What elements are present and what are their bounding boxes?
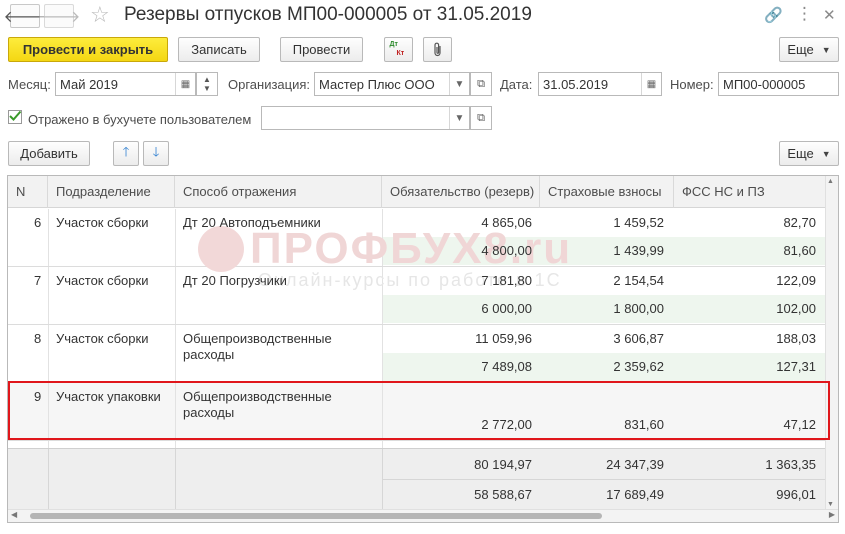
reflected-checkbox[interactable]: [8, 110, 22, 124]
arrow-right-icon: 🡒: [37, 8, 81, 26]
column-header-n[interactable]: N: [8, 176, 48, 208]
move-down-button[interactable]: 🡓: [143, 141, 169, 166]
stepper-down-icon[interactable]: ▼: [203, 84, 211, 93]
row-obligation-2[interactable]: 7 489,08: [382, 359, 532, 375]
calendar-icon[interactable]: ▦: [641, 73, 661, 95]
vertical-scrollbar[interactable]: ▲ ▼: [825, 176, 838, 510]
user-field[interactable]: ▼: [261, 106, 470, 130]
back-button[interactable]: 🡐: [4, 4, 46, 28]
total-obligation: 80 194,97: [474, 457, 532, 472]
row-fss-2[interactable]: 102,00: [674, 301, 816, 317]
row-fss[interactable]: 188,03: [674, 331, 816, 347]
row-insurance[interactable]: 3 606,87: [540, 331, 664, 347]
checkmark-icon: [9, 110, 22, 121]
caret-down-icon: ▼: [821, 44, 831, 55]
column-header-fss[interactable]: ФСС НС и ПЗ: [674, 176, 826, 208]
scroll-down-icon[interactable]: ▼: [827, 501, 834, 508]
column-header-insurance[interactable]: Страховые взносы: [540, 176, 674, 208]
organization-label: Организация:: [228, 77, 311, 92]
reserves-table[interactable]: N Подразделение Способ отражения Обязате…: [7, 175, 839, 523]
table-more-button[interactable]: Еще ▼: [779, 141, 839, 166]
month-stepper[interactable]: ▲ ▼: [196, 72, 218, 96]
date-field[interactable]: 31.05.2019 ▦: [538, 72, 662, 96]
scrollbar-thumb[interactable]: [30, 513, 602, 519]
window-title: Резервы отпусков МП00-000005 от 31.05.20…: [124, 4, 532, 25]
arrow-down-icon: 🡓: [152, 143, 160, 159]
save-button[interactable]: Записать: [178, 37, 260, 62]
column-header-method[interactable]: Способ отражения: [175, 176, 382, 208]
close-icon[interactable]: ✕: [823, 6, 836, 24]
row-fss-2[interactable]: 127,31: [674, 359, 816, 375]
total-obligation-2: 58 588,67: [474, 487, 532, 502]
row-obligation[interactable]: 4 865,06: [382, 215, 532, 231]
row-method[interactable]: Дт 20 Автоподъемники: [183, 215, 321, 231]
organization-field[interactable]: Мастер Плюс ООО ▼: [314, 72, 470, 96]
scroll-left-icon[interactable]: ◀: [11, 510, 17, 519]
row-insurance[interactable]: 2 154,54: [540, 273, 664, 289]
row-method[interactable]: Общепроизводственные: [183, 331, 332, 347]
row-department[interactable]: Участок сборки: [56, 273, 148, 289]
dropdown-icon[interactable]: ▼: [449, 73, 469, 95]
total-fss-2: 996,01: [776, 487, 816, 502]
column-header-obligation[interactable]: Обязательство (резерв): [382, 176, 540, 208]
link-icon[interactable]: 🔗: [764, 6, 783, 24]
row-number[interactable]: 6: [34, 215, 41, 231]
month-field[interactable]: Май 2019 ▦: [55, 72, 196, 96]
dt-kt-icon: Дт Кт: [389, 40, 405, 57]
row-department[interactable]: Участок сборки: [56, 331, 148, 347]
row-method[interactable]: Дт 20 Погрузчики: [183, 273, 287, 289]
row-method-line2[interactable]: расходы: [183, 347, 234, 363]
dt-kt-button[interactable]: Дт Кт: [384, 37, 413, 62]
date-label: Дата:: [500, 77, 533, 92]
caret-down-icon: ▼: [821, 148, 831, 159]
row-obligation-2[interactable]: 4 800,00: [382, 243, 532, 259]
month-label: Месяц:: [8, 77, 51, 92]
paperclip-icon: [433, 42, 441, 56]
open-icon[interactable]: ⧉: [470, 106, 492, 130]
highlight-frame: [8, 381, 830, 440]
add-button[interactable]: Добавить: [8, 141, 90, 166]
number-label: Номер:: [670, 77, 714, 92]
attach-button[interactable]: [423, 37, 452, 62]
calendar-icon[interactable]: ▦: [175, 73, 195, 95]
row-insurance-2[interactable]: 1 800,00: [540, 301, 664, 317]
dropdown-icon[interactable]: ▼: [449, 107, 469, 129]
post-button[interactable]: Провести: [280, 37, 363, 62]
stepper-up-icon[interactable]: ▲: [203, 75, 211, 84]
scroll-right-icon[interactable]: ▶: [829, 510, 835, 519]
row-obligation[interactable]: 11 059,96: [382, 331, 532, 347]
favorite-star-icon[interactable]: ☆: [90, 2, 110, 28]
table-footer-totals: 80 194,97 24 347,39 1 363,35 58 588,67 1…: [8, 448, 826, 511]
row-obligation[interactable]: 7 181,80: [382, 273, 532, 289]
total-fss: 1 363,35: [765, 457, 816, 472]
table-header: N Подразделение Способ отражения Обязате…: [8, 176, 826, 208]
row-number[interactable]: 8: [34, 331, 41, 347]
row-insurance[interactable]: 1 459,52: [540, 215, 664, 231]
row-insurance-2[interactable]: 1 439,99: [540, 243, 664, 259]
move-up-button[interactable]: 🡑: [113, 141, 139, 166]
total-insurance: 24 347,39: [606, 457, 664, 472]
scroll-up-icon[interactable]: ▲: [827, 178, 834, 185]
row-number[interactable]: 7: [34, 273, 41, 289]
arrow-up-icon: 🡑: [122, 143, 130, 159]
number-field[interactable]: МП00-000005: [718, 72, 839, 96]
column-header-department[interactable]: Подразделение: [48, 176, 175, 208]
horizontal-scrollbar[interactable]: ◀ ▶: [8, 509, 838, 522]
post-and-close-button[interactable]: Провести и закрыть: [8, 37, 168, 62]
total-insurance-2: 17 689,49: [606, 487, 664, 502]
checkbox-label: Отражено в бухучете пользователем: [28, 112, 252, 127]
row-obligation-2[interactable]: 6 000,00: [382, 301, 532, 317]
row-fss-2[interactable]: 81,60: [674, 243, 816, 259]
more-menu-icon[interactable]: ⋮: [796, 4, 813, 24]
more-button[interactable]: Еще ▼: [779, 37, 839, 62]
forward-button[interactable]: 🡒: [38, 4, 80, 28]
row-fss[interactable]: 122,09: [674, 273, 816, 289]
row-department[interactable]: Участок сборки: [56, 215, 148, 231]
row-fss[interactable]: 82,70: [674, 215, 816, 231]
row-insurance-2[interactable]: 2 359,62: [540, 359, 664, 375]
open-icon[interactable]: ⧉: [470, 72, 492, 96]
